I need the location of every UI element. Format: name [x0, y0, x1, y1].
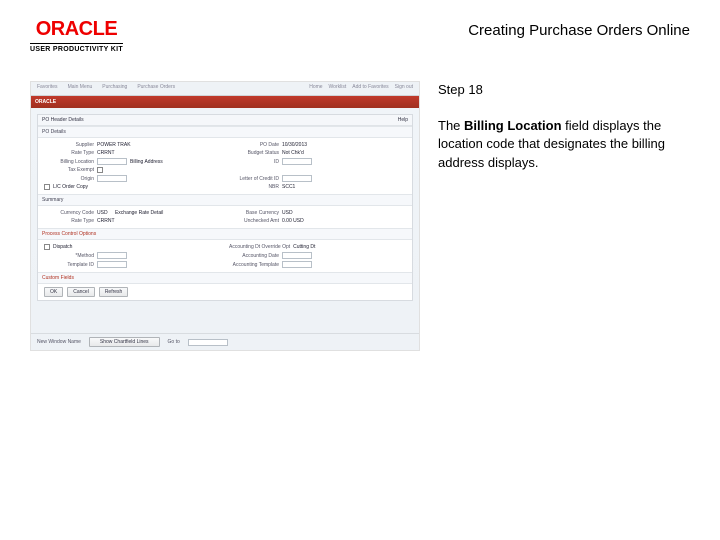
app-screenshot: Favorites Main Menu Purchasing Purchase …	[30, 81, 420, 351]
oracle-logo: ORACLE USER PRODUCTIVITY KIT	[30, 18, 123, 53]
bc-item: Purchasing	[102, 84, 127, 93]
step-instruction: The Billing Location field displays the …	[438, 117, 690, 172]
checkbox-icon	[97, 167, 103, 173]
panel-title: PO Header Details	[42, 117, 84, 123]
brand-bar: ORACLE	[31, 96, 419, 108]
bc-item: Purchase Orders	[137, 84, 175, 93]
ok-button: OK	[44, 287, 63, 297]
page-title: Creating Purchase Orders Online	[468, 18, 690, 39]
checkbox-icon	[44, 184, 50, 190]
breadcrumb: Favorites Main Menu Purchasing Purchase …	[31, 82, 419, 96]
po-details-heading: PO Details	[38, 126, 412, 138]
text-bold: Billing Location	[464, 118, 562, 133]
toplink: Worklist	[329, 84, 347, 93]
step-label: Step 18	[438, 81, 690, 99]
text-before: The	[438, 118, 464, 133]
logo-sub-text: USER PRODUCTIVITY KIT	[30, 46, 123, 53]
toplink: Home	[309, 84, 322, 93]
process-heading: Process Control Options	[38, 228, 412, 240]
checkbox-icon	[44, 244, 50, 250]
toplink: Add to Favorites	[352, 84, 388, 93]
summary-heading: Summary	[38, 194, 412, 206]
logo-divider	[30, 43, 123, 44]
toplink: Sign out	[395, 84, 413, 93]
custom-heading: Custom Fields	[38, 272, 412, 284]
refresh-button: Refresh	[99, 287, 129, 297]
bc-item: Main Menu	[68, 84, 93, 93]
bc-item: Favorites	[37, 84, 58, 93]
billing-location-input	[97, 158, 127, 165]
cancel-button: Cancel	[67, 287, 95, 297]
help-link: Help	[398, 117, 408, 123]
logo-main-text: ORACLE	[36, 18, 117, 41]
